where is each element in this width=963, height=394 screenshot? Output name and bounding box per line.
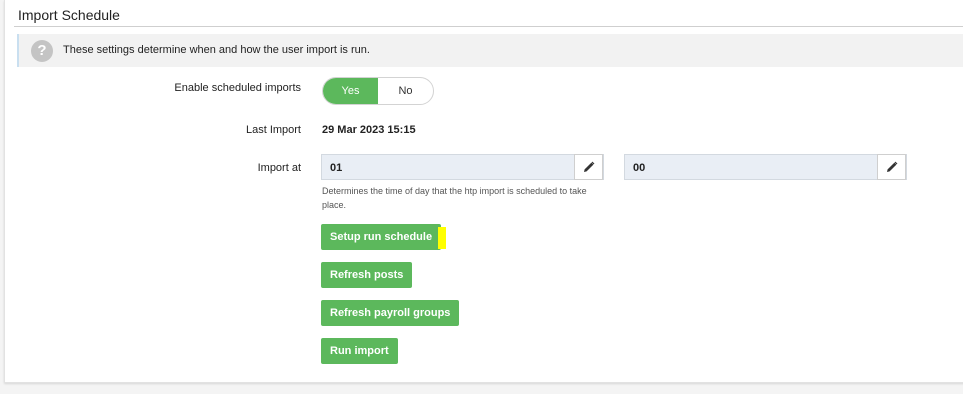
- enable-scheduled-toggle[interactable]: Yes No: [322, 77, 434, 105]
- title-divider: [14, 26, 963, 27]
- import-at-label: Import at: [257, 162, 301, 174]
- edit-minute-button[interactable]: [877, 154, 906, 180]
- info-text: These settings determine when and how th…: [63, 44, 370, 56]
- import-schedule-panel: Import Schedule ? These settings determi…: [4, 0, 963, 383]
- toggle-no-option[interactable]: No: [378, 78, 433, 104]
- import-hour-field[interactable]: 01: [321, 154, 604, 180]
- pencil-icon: [886, 161, 897, 172]
- question-icon: ?: [31, 40, 53, 62]
- refresh-posts-button[interactable]: Refresh posts: [321, 262, 413, 288]
- toggle-yes-option[interactable]: Yes: [323, 78, 378, 104]
- edit-hour-button[interactable]: [574, 154, 603, 180]
- refresh-payroll-groups-button[interactable]: Refresh payroll groups: [321, 300, 460, 326]
- enable-scheduled-label: Enable scheduled imports: [174, 82, 301, 94]
- import-hour-value: 01: [330, 162, 343, 174]
- import-minute-field[interactable]: 00: [624, 154, 907, 180]
- import-at-help-text: Determines the time of day that the htp …: [322, 186, 587, 210]
- section-title: Import Schedule: [18, 7, 120, 23]
- last-import-value: 29 Mar 2023 15:15: [322, 124, 416, 136]
- setup-run-schedule-button[interactable]: Setup run schedule: [321, 224, 442, 250]
- run-import-button[interactable]: Run import: [321, 338, 398, 364]
- last-import-label: Last Import: [245, 124, 301, 136]
- import-minute-value: 00: [633, 162, 646, 174]
- pencil-icon: [583, 161, 594, 172]
- highlight-marker: [438, 227, 446, 249]
- info-banner: ? These settings determine when and how …: [17, 34, 963, 67]
